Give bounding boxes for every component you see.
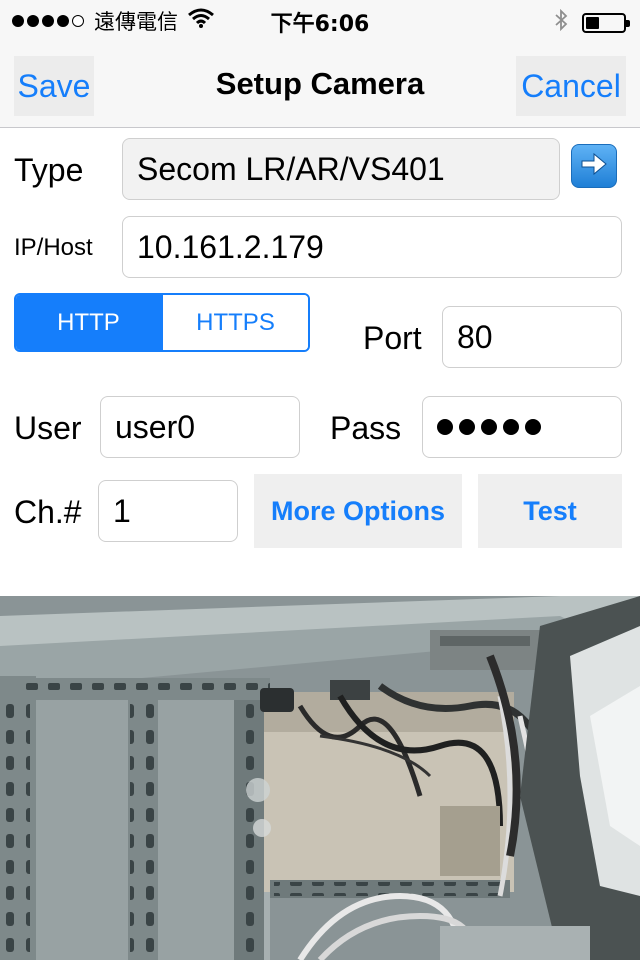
test-button[interactable]: Test	[478, 474, 622, 548]
status-bar: 遠傳電信 下午6:06	[0, 0, 640, 40]
user-label: User	[14, 410, 82, 446]
cancel-button[interactable]: Cancel	[516, 56, 626, 116]
protocol-http-segment[interactable]: HTTP	[16, 295, 161, 350]
ip-host-input[interactable]: 10.161.2.179	[122, 216, 622, 278]
navigation-bar: Save Setup Camera Cancel	[0, 40, 640, 128]
channel-input[interactable]: 1	[98, 480, 238, 542]
port-input[interactable]: 80	[442, 306, 622, 368]
bluetooth-icon	[554, 8, 568, 36]
password-input[interactable]	[422, 396, 622, 458]
battery-icon	[582, 12, 630, 33]
type-label: Type	[14, 152, 84, 188]
protocol-segmented-control: HTTP HTTPS	[14, 293, 310, 352]
more-options-button[interactable]: More Options	[254, 474, 462, 548]
protocol-https-segment[interactable]: HTTPS	[161, 295, 308, 350]
status-right	[554, 8, 630, 36]
pass-label: Pass	[330, 410, 402, 446]
password-mask	[437, 419, 541, 435]
arrow-right-icon	[579, 150, 609, 183]
type-select-button[interactable]	[571, 144, 617, 188]
port-label: Port	[363, 320, 422, 356]
camera-preview	[0, 596, 640, 960]
status-time: 下午6:06	[270, 12, 370, 37]
username-input[interactable]: user0	[100, 396, 300, 458]
ip-host-label: IP/Host	[14, 234, 93, 261]
channel-label: Ch.#	[14, 494, 82, 530]
camera-type-selector[interactable]: Secom LR/AR/VS401	[122, 138, 560, 200]
camera-preview-image	[0, 596, 640, 960]
save-button[interactable]: Save	[14, 56, 94, 116]
